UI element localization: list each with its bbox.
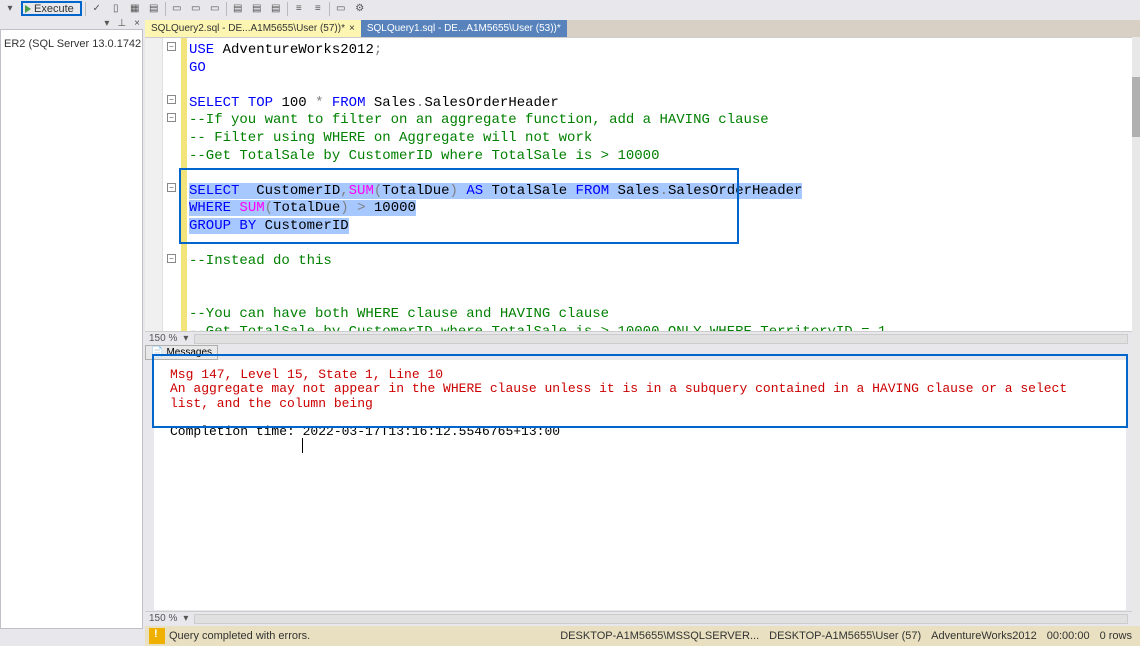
db-icon[interactable]: ▯ — [108, 1, 124, 16]
close-icon[interactable]: × — [131, 18, 143, 29]
messages-pane[interactable]: Msg 147, Level 15, State 1, Line 10 An a… — [154, 360, 1126, 610]
execute-label: Execute — [34, 3, 74, 15]
status-server: DESKTOP-A1M5655\MSSQLSERVER... — [560, 630, 759, 642]
messages-tab-label: Messages — [166, 347, 212, 358]
fold-icon[interactable]: − — [167, 113, 176, 122]
object-explorer-header: ▾ ⊥ × — [0, 17, 143, 29]
code-text[interactable]: USE AdventureWorks2012; GO SELECT TOP 10… — [187, 38, 1132, 331]
fold-icon[interactable]: − — [167, 254, 176, 263]
status-time: 00:00:00 — [1047, 630, 1090, 642]
help-icon[interactable]: ⚙ — [352, 1, 368, 16]
stats-icon[interactable]: ▭ — [188, 1, 204, 16]
tab-label: SQLQuery2.sql - DE...A1M5655\User (57))* — [151, 23, 345, 34]
horizontal-scrollbar[interactable] — [194, 614, 1128, 624]
dropdown-icon[interactable]: ▾ — [101, 18, 112, 29]
messages-tab[interactable]: 📄 Messages — [145, 345, 218, 360]
fold-icon[interactable]: − — [167, 42, 176, 51]
vertical-scrollbar[interactable] — [1132, 37, 1140, 625]
status-message: Query completed with errors. — [169, 630, 310, 642]
fold-icon[interactable]: − — [167, 95, 176, 104]
scrollbar-thumb[interactable] — [1132, 77, 1140, 137]
close-icon[interactable]: × — [349, 23, 355, 34]
indent-icon[interactable]: ≡ — [291, 1, 307, 16]
completion-time: Completion time: 2022-03-17T13:16:12.554… — [170, 425, 1110, 439]
grid-icon[interactable]: ▦ — [127, 1, 143, 16]
error-header: Msg 147, Level 15, State 1, Line 10 — [170, 368, 1110, 382]
warning-icon — [149, 628, 165, 644]
execute-button[interactable]: Execute — [21, 1, 82, 16]
editor-margin — [145, 38, 163, 331]
document-tabs: SQLQuery2.sql - DE...A1M5655\User (57))*… — [145, 20, 1140, 37]
object-explorer[interactable]: ER2 (SQL Server 13.0.1742.0 - DESKTOP-A — [0, 29, 143, 629]
separator — [287, 2, 288, 16]
pin-icon[interactable]: ⊥ — [114, 18, 129, 29]
plan-icon[interactable]: ▭ — [169, 1, 185, 16]
text-icon[interactable]: ▤ — [146, 1, 162, 16]
fold-icon[interactable]: − — [167, 183, 176, 192]
server-node-label: ER2 (SQL Server 13.0.1742.0 - DESKTOP-A — [4, 38, 143, 50]
status-rows: 0 rows — [1100, 630, 1132, 642]
comment-icon[interactable]: ▤ — [230, 1, 246, 16]
fold-gutter: − − − − − — [163, 38, 181, 331]
outdent-icon[interactable]: ≡ — [310, 1, 326, 16]
options-icon[interactable]: ▤ — [268, 1, 284, 16]
io-icon[interactable]: ▭ — [207, 1, 223, 16]
bookmark-icon[interactable]: ▭ — [333, 1, 349, 16]
messages-zoom-bar: 150 % ▾ — [145, 611, 1132, 625]
separator — [226, 2, 227, 16]
tab-sqlquery2[interactable]: SQLQuery2.sql - DE...A1M5655\User (57))*… — [145, 20, 361, 37]
messages-icon: 📄 — [151, 347, 163, 358]
zoom-label: 150 % — [149, 333, 177, 344]
toolbar: ▾ Execute ✓ ▯ ▦ ▤ ▭ ▭ ▭ ▤ ▤ ▤ ≡ ≡ ▭ ⚙ — [0, 0, 1140, 17]
status-database: AdventureWorks2012 — [931, 630, 1037, 642]
error-detail: An aggregate may not appear in the WHERE… — [170, 382, 1110, 411]
play-icon — [25, 5, 31, 13]
separator — [329, 2, 330, 16]
run-dropdown-icon[interactable]: ▾ — [2, 1, 18, 16]
tab-sqlquery1[interactable]: SQLQuery1.sql - DE...A1M5655\User (53))* — [361, 20, 567, 37]
text-cursor — [302, 438, 303, 453]
status-user: DESKTOP-A1M5655\User (57) — [769, 630, 921, 642]
editor-zoom-bar: 150 % ▾ — [145, 331, 1132, 345]
separator — [85, 2, 86, 16]
status-bar: Query completed with errors. DESKTOP-A1M… — [145, 626, 1140, 646]
separator — [165, 2, 166, 16]
horizontal-scrollbar[interactable] — [194, 334, 1128, 344]
sql-editor[interactable]: − − − − − USE AdventureWorks2012; GO SEL… — [145, 37, 1132, 331]
zoom-dropdown-icon[interactable]: ▾ — [183, 333, 188, 344]
zoom-dropdown-icon[interactable]: ▾ — [183, 613, 188, 624]
uncomment-icon[interactable]: ▤ — [249, 1, 265, 16]
tab-label: SQLQuery1.sql - DE...A1M5655\User (53))* — [367, 23, 561, 34]
check-icon[interactable]: ✓ — [89, 1, 105, 16]
zoom-label: 150 % — [149, 613, 177, 624]
